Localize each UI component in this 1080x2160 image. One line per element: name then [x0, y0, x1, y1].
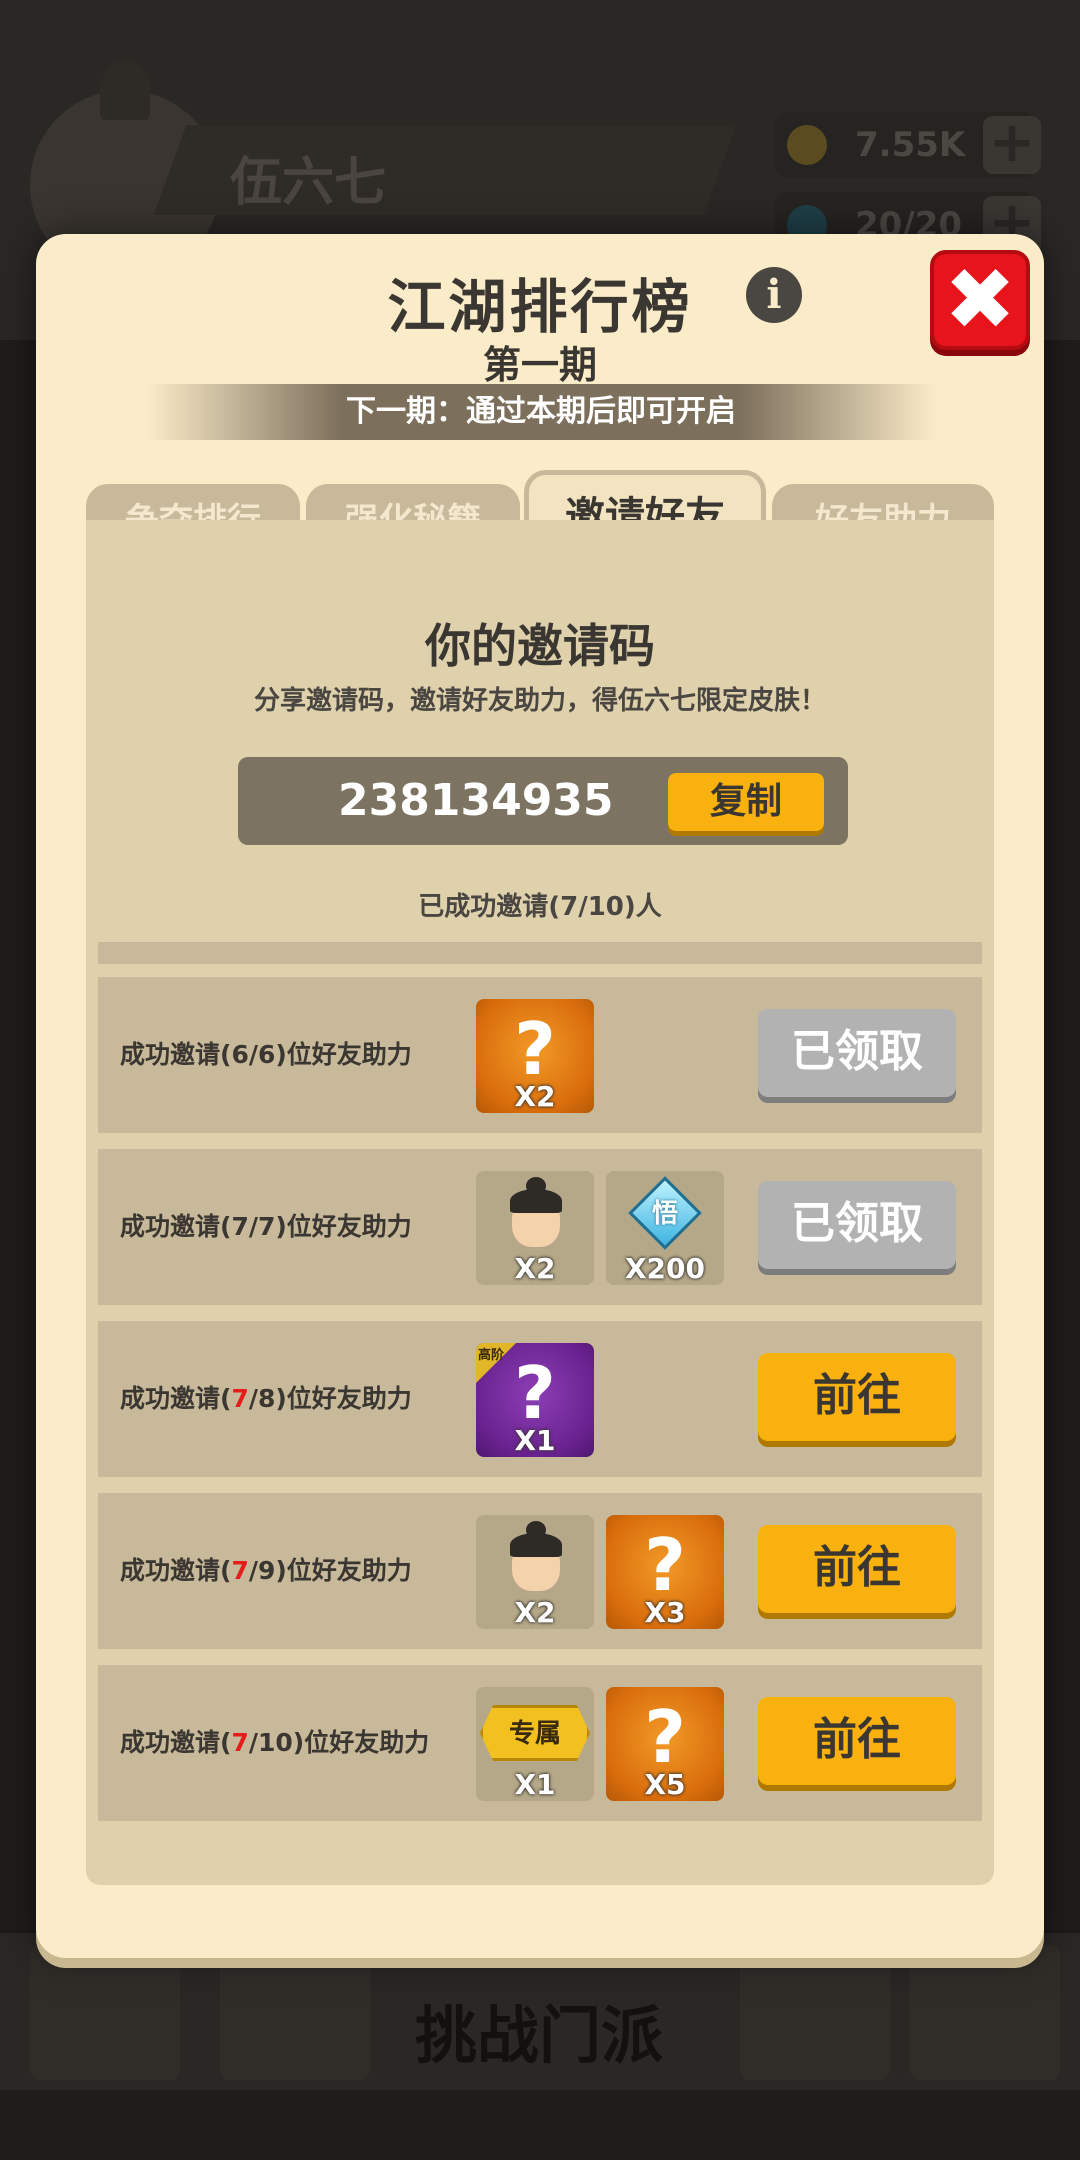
reward-item[interactable]: ? X2 — [476, 999, 594, 1113]
claimed-button[interactable]: 已领取 — [758, 1009, 956, 1097]
period-banner: 下一期：通过本期后即可开启 — [146, 384, 936, 440]
character-fragment-icon — [502, 1177, 568, 1255]
info-icon[interactable]: i — [746, 267, 802, 323]
mystery-skin-icon: ? — [514, 1007, 556, 1091]
reward-row: 成功邀请(7/8)位好友助力 ? 高阶 X1 前往 — [98, 1321, 982, 1477]
reward-quantity: X2 — [514, 1080, 556, 1113]
reward-row-label: 成功邀请(7/9)位好友助力 — [120, 1556, 412, 1585]
reward-quantity: X3 — [644, 1596, 686, 1629]
reward-item[interactable]: 专属 X1 — [476, 1687, 594, 1801]
reward-quantity: X1 — [514, 1768, 556, 1801]
background-bottom-slot — [910, 1945, 1060, 2080]
invite-description: 分享邀请码，邀请好友助力，得伍六七限定皮肤！ — [253, 686, 826, 716]
invite-code-box: 238134935 复制 — [238, 757, 848, 845]
insight-gem-label: 悟 — [651, 1199, 678, 1229]
reward-row: 成功邀请(6/6)位好友助力 ? X2 已领取 — [98, 977, 982, 1133]
reward-item[interactable]: X2 — [476, 1171, 594, 1285]
reward-row-label: 成功邀请(7/7)位好友助力 — [120, 1212, 412, 1241]
background-gold-value: 7.55K — [855, 125, 966, 165]
close-button[interactable]: ✖ — [930, 250, 1030, 350]
ranking-modal: 江湖排行榜 i 第一期 下一期：通过本期后即可开启 ✖ 争夺排行 强化秘籍 邀请… — [36, 234, 1044, 1958]
scroll-mask — [98, 930, 982, 942]
plus-icon: + — [983, 115, 1041, 174]
reward-quantity: X2 — [514, 1252, 556, 1285]
reward-row: 成功邀请(7/7)位好友助力 X2 悟 X200 已领取 — [98, 1149, 982, 1305]
reward-row: 成功邀请(7/9)位好友助力 X2 ? X3 前往 — [98, 1493, 982, 1649]
background-bottom-slot — [220, 1945, 370, 2080]
reward-quantity: X200 — [624, 1252, 706, 1285]
advanced-corner-label: 高阶 — [478, 1348, 505, 1363]
reward-row-label: 成功邀请(6/6)位好友助力 — [120, 1040, 412, 1069]
modal-subtitle: 第一期 — [482, 343, 597, 387]
go-button[interactable]: 前往 — [758, 1353, 956, 1441]
reward-item[interactable]: ? X5 — [606, 1687, 724, 1801]
reward-quantity: X1 — [514, 1424, 556, 1457]
background-gold-counter: 7.55K + — [775, 112, 1041, 178]
invite-code-title: 你的邀请码 — [425, 619, 655, 673]
background-player-name: 伍六七 — [230, 153, 387, 213]
reward-quantity: X2 — [514, 1596, 556, 1629]
invite-panel: 你的邀请码 分享邀请码，邀请好友助力，得伍六七限定皮肤！ 238134935 复… — [86, 520, 994, 1885]
reward-item[interactable]: ? 高阶 X1 — [476, 1343, 594, 1457]
invited-count: 已成功邀请(7/10)人 — [418, 892, 662, 922]
reward-row-label: 成功邀请(7/8)位好友助力 — [120, 1384, 412, 1413]
coin-icon — [787, 125, 827, 165]
background-bottom-title: 挑战门派 — [415, 1999, 664, 2072]
claimed-button[interactable]: 已领取 — [758, 1181, 956, 1269]
background-avatar-tuft — [100, 60, 150, 120]
copy-button[interactable]: 复制 — [668, 773, 824, 831]
reward-item[interactable]: X2 — [476, 1515, 594, 1629]
invite-code-value: 238134935 — [338, 775, 614, 826]
reward-item[interactable]: 悟 X200 — [606, 1171, 724, 1285]
character-fragment-icon — [502, 1521, 568, 1599]
go-button[interactable]: 前往 — [758, 1525, 956, 1613]
close-icon: ✖ — [943, 250, 1017, 350]
exclusive-badge-label: 专属 — [508, 1719, 561, 1749]
reward-row-label: 成功邀请(7/10)位好友助力 — [120, 1728, 430, 1757]
background-bottom-slot — [740, 1945, 890, 2080]
modal-title: 江湖排行榜 — [387, 273, 693, 341]
reward-quantity: X5 — [644, 1768, 686, 1801]
mystery-weapon-icon: ? — [644, 1695, 686, 1779]
background-bottom-slot — [30, 1945, 180, 2080]
reward-row: 成功邀请(7/10)位好友助力 专属 X1 ? X5 前往 — [98, 1665, 982, 1821]
mystery-skin-icon: ? — [644, 1523, 686, 1607]
go-button[interactable]: 前往 — [758, 1697, 956, 1785]
reward-item[interactable]: ? X3 — [606, 1515, 724, 1629]
